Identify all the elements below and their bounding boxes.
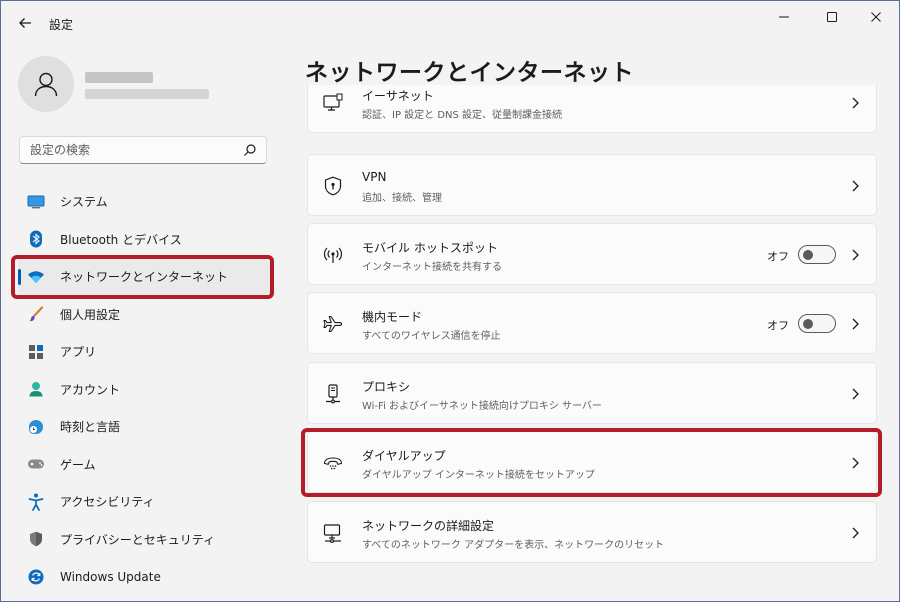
sidebar-item-personalization[interactable]: 個人用設定 bbox=[18, 296, 274, 334]
toggle-knob bbox=[803, 249, 813, 260]
monitor-icon bbox=[25, 191, 47, 213]
sidebar-item-label: アプリ bbox=[60, 345, 97, 360]
shield-icon bbox=[25, 528, 47, 550]
avatar[interactable] bbox=[18, 56, 74, 112]
proxy-card[interactable]: プロキシ Wi-Fi およびイーサネット接続向けプロキシ サーバー bbox=[307, 362, 877, 424]
minimize-icon bbox=[779, 16, 789, 18]
update-icon bbox=[25, 566, 47, 588]
card-title: イーサネット bbox=[362, 89, 434, 103]
back-button[interactable] bbox=[11, 9, 39, 37]
close-button[interactable] bbox=[853, 1, 899, 33]
sidebar-item-label: プライバシーとセキュリティ bbox=[60, 532, 216, 547]
profile-name-redacted bbox=[85, 72, 153, 83]
ethernet-card[interactable]: イーサネット 認証、IP 設定と DNS 設定、従量制課金接続 bbox=[307, 85, 877, 133]
chevron-right-icon bbox=[852, 249, 859, 261]
sidebar-item-label: Bluetooth とデバイス bbox=[60, 232, 182, 247]
card-title: 機内モード bbox=[362, 310, 423, 324]
sidebar-item-privacy[interactable]: プライバシーとセキュリティ bbox=[18, 521, 274, 559]
card-subtitle: すべてのワイヤレス通信を停止 bbox=[362, 331, 501, 342]
gamepad-icon bbox=[25, 453, 47, 475]
sidebar-item-time-language[interactable]: 時刻と言語 bbox=[18, 408, 274, 446]
card-subtitle: インターネット接続を共有する bbox=[362, 262, 502, 273]
sidebar-item-windows-update[interactable]: Windows Update bbox=[18, 558, 274, 596]
sidebar-item-label: アカウント bbox=[60, 382, 121, 397]
card-subtitle: 追加、接続、管理 bbox=[362, 193, 442, 204]
vpn-shield-icon bbox=[322, 175, 344, 197]
sidebar-item-accessibility[interactable]: アクセシビリティ bbox=[18, 483, 274, 521]
search-icon[interactable] bbox=[243, 143, 257, 157]
annotation-highlight-sidebar bbox=[11, 255, 274, 299]
mobile-hotspot-card[interactable]: モバイル ホットスポット インターネット接続を共有する オフ bbox=[307, 223, 877, 285]
toggle-state-label: オフ bbox=[767, 250, 789, 263]
card-subtitle: すべてのネットワーク アダプターを表示、ネットワークのリセット bbox=[362, 540, 665, 551]
app-title: 設定 bbox=[49, 18, 74, 32]
sidebar-item-label: 個人用設定 bbox=[60, 307, 121, 322]
airplane-icon bbox=[322, 313, 344, 335]
chevron-right-icon bbox=[852, 180, 859, 192]
card-subtitle: Wi-Fi およびイーサネット接続向けプロキシ サーバー bbox=[362, 401, 602, 412]
card-title: モバイル ホットスポット bbox=[362, 241, 498, 255]
maximize-button[interactable] bbox=[809, 1, 855, 33]
brush-icon bbox=[25, 303, 47, 325]
maximize-icon bbox=[827, 12, 837, 22]
sidebar-item-label: Windows Update bbox=[60, 569, 161, 584]
annotation-highlight-dial-up bbox=[301, 428, 882, 497]
network-settings-icon bbox=[322, 522, 344, 544]
toggle-state-label: オフ bbox=[767, 319, 789, 332]
hotspot-icon bbox=[322, 244, 344, 266]
title-bar: 設定 bbox=[1, 1, 899, 45]
close-icon bbox=[871, 12, 881, 22]
settings-search[interactable] bbox=[19, 136, 267, 164]
page-title: ネットワークとインターネット bbox=[305, 60, 634, 86]
chevron-right-icon bbox=[852, 97, 859, 109]
globe-clock-icon bbox=[25, 416, 47, 438]
sidebar-item-label: システム bbox=[60, 195, 108, 210]
sidebar-item-label: アクセシビリティ bbox=[60, 495, 155, 510]
apps-icon bbox=[25, 341, 47, 363]
card-title: プロキシ bbox=[362, 380, 411, 394]
sidebar-item-label: ゲーム bbox=[60, 457, 96, 472]
profile-email-redacted bbox=[85, 89, 209, 99]
airplane-mode-toggle[interactable] bbox=[798, 314, 836, 333]
back-arrow-icon bbox=[19, 18, 31, 28]
proxy-icon bbox=[322, 383, 344, 405]
sidebar-item-apps[interactable]: アプリ bbox=[18, 333, 274, 371]
airplane-mode-card[interactable]: 機内モード すべてのワイヤレス通信を停止 オフ bbox=[307, 292, 877, 354]
sidebar-item-system[interactable]: システム bbox=[18, 183, 274, 221]
search-input[interactable] bbox=[20, 137, 240, 163]
card-title: ネットワークの詳細設定 bbox=[362, 519, 495, 533]
card-title: VPN bbox=[362, 170, 387, 184]
advanced-network-settings-card[interactable]: ネットワークの詳細設定 すべてのネットワーク アダプターを表示、ネットワークのリ… bbox=[307, 501, 877, 563]
toggle-knob bbox=[803, 318, 813, 329]
minimize-button[interactable] bbox=[761, 1, 807, 33]
vpn-card[interactable]: VPN 追加、接続、管理 bbox=[307, 154, 877, 216]
settings-window: 設定 システム bbox=[0, 0, 900, 602]
sidebar-nav: システム Bluetooth とデバイス ネットワークとインターネット 個人用設… bbox=[1, 183, 291, 596]
sidebar-item-label: 時刻と言語 bbox=[60, 420, 121, 435]
sidebar-item-bluetooth[interactable]: Bluetooth とデバイス bbox=[18, 221, 274, 259]
chevron-right-icon bbox=[852, 388, 859, 400]
user-icon bbox=[34, 72, 58, 97]
hotspot-toggle[interactable] bbox=[798, 245, 836, 264]
account-icon bbox=[25, 378, 47, 400]
bluetooth-icon bbox=[25, 228, 47, 250]
accessibility-icon bbox=[25, 491, 47, 513]
card-subtitle: 認証、IP 設定と DNS 設定、従量制課金接続 bbox=[362, 110, 563, 121]
chevron-right-icon bbox=[852, 318, 859, 330]
chevron-right-icon bbox=[852, 527, 859, 539]
sidebar-item-gaming[interactable]: ゲーム bbox=[18, 446, 274, 484]
sidebar-item-accounts[interactable]: アカウント bbox=[18, 371, 274, 409]
ethernet-icon bbox=[322, 92, 344, 114]
